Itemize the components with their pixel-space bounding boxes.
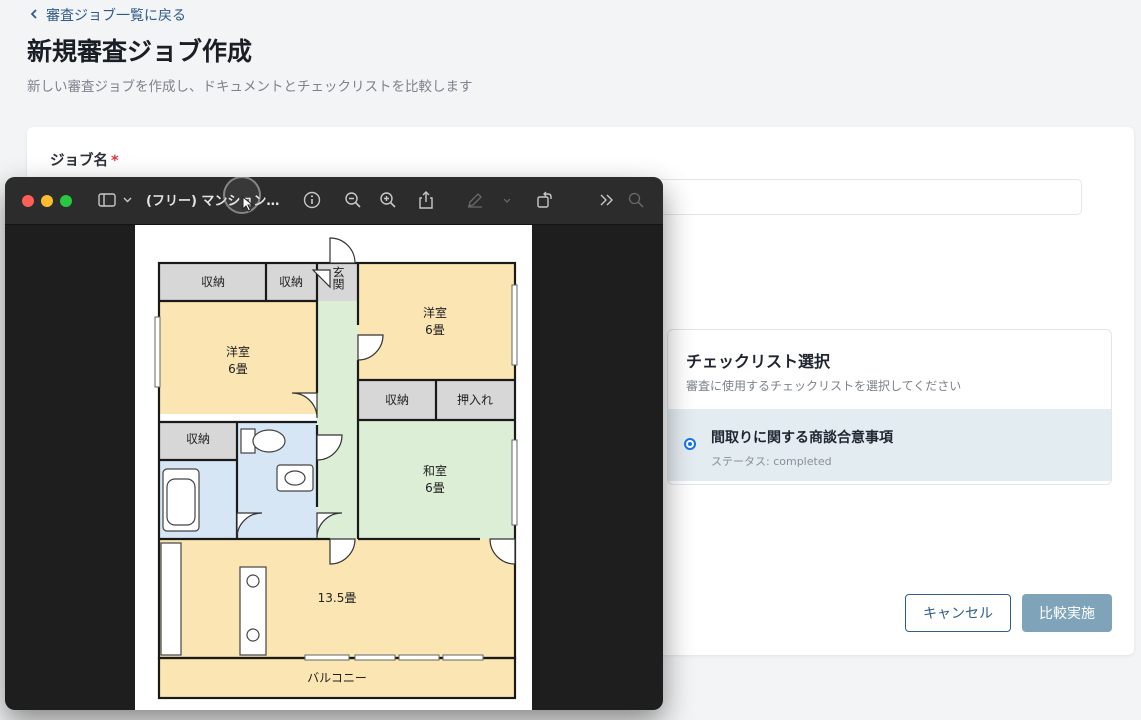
job-name-label-text: ジョブ名 xyxy=(50,153,108,169)
japanese-room xyxy=(358,420,515,539)
search-icon[interactable] xyxy=(627,189,645,211)
fp-storage-4: 収納 xyxy=(186,432,210,446)
chevron-left-icon xyxy=(30,7,38,23)
chevron-down-icon[interactable] xyxy=(501,189,513,211)
fp-japanese: 和室 xyxy=(423,463,447,478)
fp-storage-3: 収納 xyxy=(385,393,409,407)
western-room-2 xyxy=(358,263,515,380)
fp-western-1-size: 6畳 xyxy=(228,362,248,376)
zoom-in-icon[interactable] xyxy=(378,189,398,211)
markup-pen-icon[interactable] xyxy=(466,189,484,211)
zoom-out-icon[interactable] xyxy=(343,189,363,211)
pointer-cursor-icon xyxy=(241,193,255,215)
checklist-option[interactable]: 間取りに関する商談合意事項 ステータス: completed xyxy=(668,409,1111,481)
info-icon[interactable] xyxy=(302,189,322,211)
checklist-description: 審査に使用するチェックリストを選択してください xyxy=(686,379,962,393)
fp-living-size: 13.5畳 xyxy=(318,591,357,605)
fp-closet: 押入れ xyxy=(457,393,493,407)
fp-storage-2: 収納 xyxy=(279,275,303,289)
preview-titlebar[interactable]: (フリー) マンション... xyxy=(5,177,663,225)
floorplan-image: 収納 収納 玄関 洋室 6畳 洋室 6畳 収納 押入れ 収納 和室 6畳 13.… xyxy=(154,237,518,700)
preview-window: (フリー) マンション... 収納 収納 玄関 洋室 6畳 洋室 6畳 収納 押… xyxy=(5,177,663,710)
checklist-selection-panel: チェックリスト選択 審査に使用するチェックリストを選択してください 間取りに関す… xyxy=(667,329,1112,485)
close-window-button[interactable] xyxy=(22,195,34,207)
back-to-jobs-link[interactable]: 審査ジョブ一覧に戻る xyxy=(30,5,186,25)
page-subtitle: 新しい審査ジョブを作成し、ドキュメントとチェックリストを比較します xyxy=(27,79,473,95)
sidebar-icon[interactable] xyxy=(97,189,117,211)
checklist-title: チェックリスト選択 xyxy=(686,352,831,371)
fp-japanese-size: 6畳 xyxy=(425,481,445,495)
fp-western-1: 洋室 xyxy=(226,344,250,359)
chevron-down-icon[interactable] xyxy=(121,189,133,211)
radio-selected[interactable] xyxy=(684,438,696,450)
hallway xyxy=(317,301,358,539)
back-link-label: 審査ジョブ一覧に戻る xyxy=(46,8,186,24)
more-icon[interactable] xyxy=(599,189,615,211)
share-icon[interactable] xyxy=(417,189,435,211)
fp-entrance: 玄関 xyxy=(331,265,345,290)
fp-balcony: バルコニー xyxy=(307,671,367,685)
rotate-icon[interactable] xyxy=(535,189,553,211)
checklist-option-name: 間取りに関する商談合意事項 xyxy=(711,430,893,446)
fp-western-2-size: 6畳 xyxy=(425,323,445,337)
fp-western-2: 洋室 xyxy=(423,305,447,320)
cancel-button[interactable]: キャンセル xyxy=(905,594,1011,632)
job-name-label: ジョブ名 * xyxy=(50,149,119,170)
compare-button[interactable]: 比較実施 xyxy=(1022,594,1112,632)
zoom-window-button[interactable] xyxy=(60,195,72,207)
page-title: 新規審査ジョブ作成 xyxy=(27,37,253,66)
required-mark: * xyxy=(111,153,119,169)
document-page: 収納 収納 玄関 洋室 6畳 洋室 6畳 収納 押入れ 収納 和室 6畳 13.… xyxy=(135,225,532,710)
fp-storage-1: 収納 xyxy=(201,275,225,289)
checklist-option-status: ステータス: completed xyxy=(711,455,832,468)
minimize-window-button[interactable] xyxy=(41,195,53,207)
